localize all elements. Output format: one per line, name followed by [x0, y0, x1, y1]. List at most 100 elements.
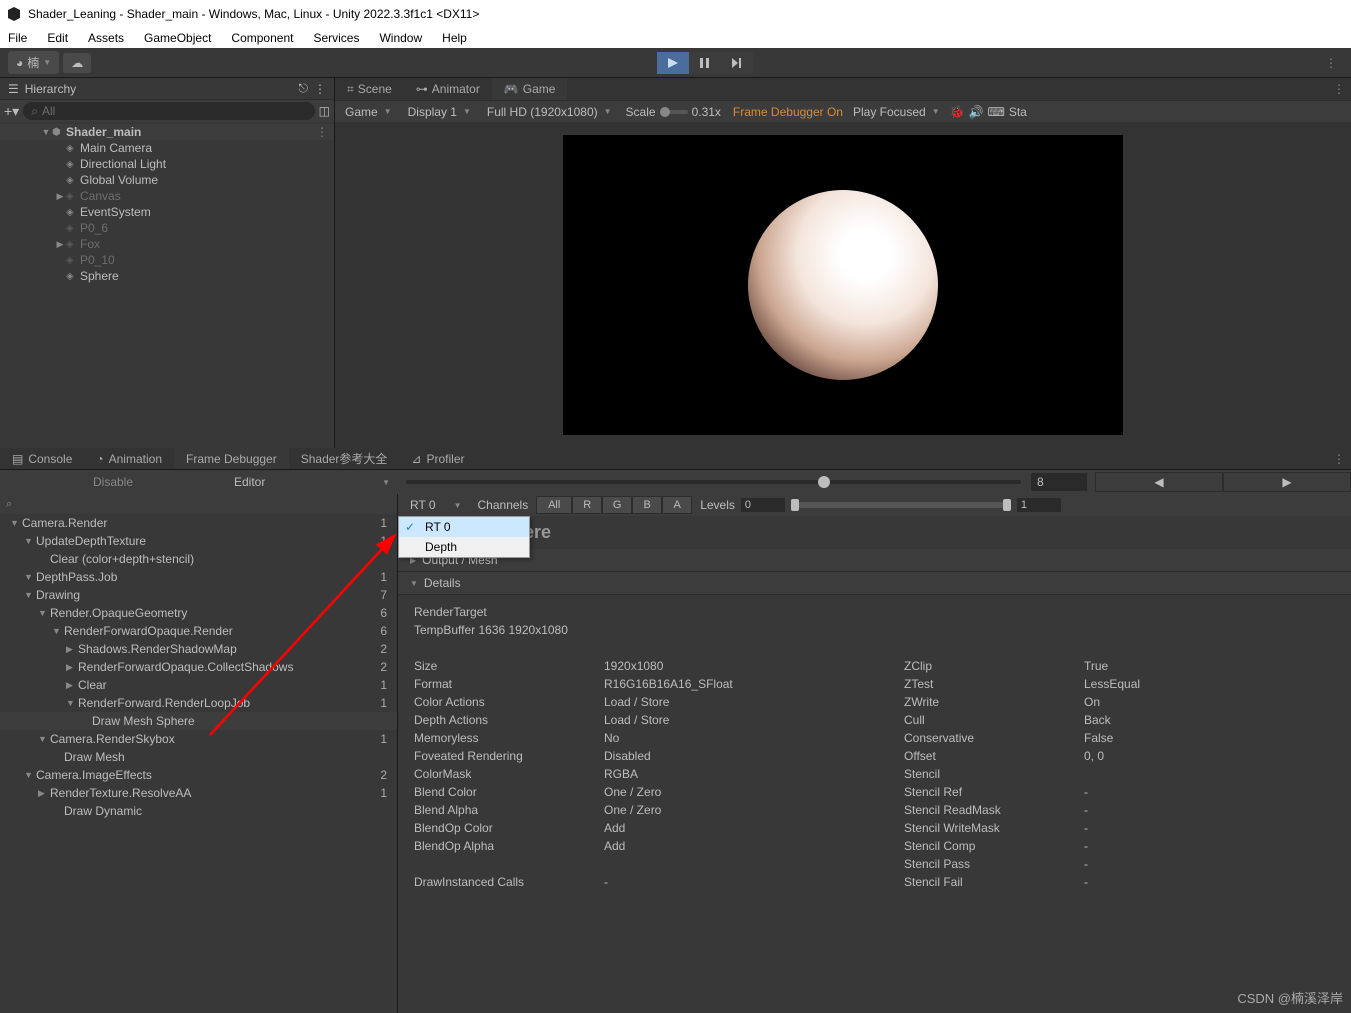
event-row[interactable]: ▶RenderTexture.ResolveAA1	[0, 784, 397, 802]
menu-edit[interactable]: Edit	[47, 31, 68, 45]
hierarchy-item[interactable]: ▶◈Canvas	[0, 188, 334, 204]
kebab-icon[interactable]: ⋮	[314, 82, 326, 96]
event-row[interactable]: ▼Camera.ImageEffects2	[0, 766, 397, 784]
next-event-button[interactable]: ▶	[1223, 472, 1351, 492]
levels-slider[interactable]	[791, 502, 1011, 508]
kebab-icon[interactable]: ⋮	[310, 125, 334, 139]
profiler-icon: ⊿	[411, 452, 421, 466]
animation-icon: ◔	[96, 452, 103, 466]
menu-gameobject[interactable]: GameObject	[144, 31, 211, 45]
step-button[interactable]	[721, 52, 753, 74]
tab-shader-ref[interactable]: Shader参考大全	[289, 448, 400, 469]
channel-a[interactable]: A	[662, 496, 692, 514]
prev-event-button[interactable]: ◀	[1095, 472, 1223, 492]
play-mode-dropdown[interactable]: Play Focused▼	[847, 103, 946, 121]
rt-popup-menu: ✓RT 0 Depth	[398, 516, 530, 558]
menubar[interactable]: File Edit Assets GameObject Component Se…	[0, 28, 1351, 48]
hierarchy-item[interactable]: ◈Global Volume	[0, 172, 334, 188]
tab-animation[interactable]: ◔Animation	[84, 448, 174, 469]
event-row[interactable]: ▼UpdateDepthTexture1	[0, 532, 397, 550]
hierarchy-item[interactable]: ◈P0_10	[0, 252, 334, 268]
game-mode-dropdown[interactable]: Game▼	[339, 103, 398, 121]
scale-slider[interactable]	[660, 110, 688, 114]
bug-icon[interactable]: 🐞	[950, 105, 965, 119]
kebab-icon[interactable]: ⋮	[1327, 82, 1351, 96]
channel-g[interactable]: G	[602, 496, 632, 514]
event-row[interactable]: Draw Dynamic	[0, 802, 397, 820]
event-row[interactable]: ▼Camera.RenderSkybox1	[0, 730, 397, 748]
cloud-icon: ☁	[71, 56, 83, 70]
hierarchy-item[interactable]: ◈Main Camera	[0, 140, 334, 156]
audio-icon[interactable]: 🔊	[969, 105, 984, 119]
menu-component[interactable]: Component	[231, 31, 293, 45]
search-input[interactable]: ⌕ All	[23, 102, 314, 120]
pause-button[interactable]	[689, 52, 721, 74]
display-dropdown[interactable]: Display 1▼	[402, 103, 477, 121]
hierarchy-item[interactable]: ◈Directional Light	[0, 156, 334, 172]
popup-item-rt0[interactable]: ✓RT 0	[399, 517, 529, 537]
popup-item-depth[interactable]: Depth	[399, 537, 529, 557]
search-icon[interactable]: ⌕	[0, 494, 397, 514]
tab-animator[interactable]: ⊶Animator	[404, 78, 492, 100]
channel-b[interactable]: B	[632, 496, 662, 514]
properties-grid: Size1920x1080ZClipTrueFormatR16G16B16A16…	[414, 657, 1335, 891]
event-row[interactable]: ▼Camera.Render1	[0, 514, 397, 532]
event-row[interactable]: ▼RenderForwardOpaque.Render6	[0, 622, 397, 640]
play-button[interactable]	[657, 52, 689, 74]
event-row[interactable]: ▼Drawing7	[0, 586, 397, 604]
menu-kebab-icon[interactable]: ⋮	[1319, 56, 1343, 70]
tab-scene[interactable]: ⌗Scene	[335, 78, 404, 100]
event-row[interactable]: ▼RenderForward.RenderLoopJob1	[0, 694, 397, 712]
event-row[interactable]: ▶RenderForwardOpaque.CollectShadows2	[0, 658, 397, 676]
account-button[interactable]: ◕ 楠 ▼	[8, 51, 59, 74]
event-tree[interactable]: ⌕ ▼Camera.Render1▼UpdateDepthTexture1Cle…	[0, 494, 398, 1013]
details-panel: RT 0▼ ✓RT 0 Depth Channels All R G B A L…	[398, 494, 1351, 1013]
hierarchy-tree[interactable]: ▼ ⬢ Shader_main ⋮ ◈Main Camera◈Direction…	[0, 122, 334, 448]
levels-min-field[interactable]	[741, 498, 785, 512]
stats-icon[interactable]: ⌨	[988, 105, 1005, 119]
tab-game[interactable]: 🎮Game	[492, 78, 568, 100]
menu-assets[interactable]: Assets	[88, 31, 124, 45]
hierarchy-item[interactable]: ◈Sphere	[0, 268, 334, 284]
event-slider[interactable]	[406, 480, 1021, 484]
render-target-dropdown[interactable]: RT 0▼	[402, 496, 470, 514]
levels-max-field[interactable]	[1017, 498, 1061, 512]
event-row[interactable]: ▼Render.OpaqueGeometry6	[0, 604, 397, 622]
check-icon: ✓	[405, 520, 415, 534]
menu-file[interactable]: File	[8, 31, 27, 45]
event-row[interactable]: ▼DepthPass.Job1	[0, 568, 397, 586]
resolution-dropdown[interactable]: Full HD (1920x1080)▼	[481, 103, 618, 121]
titlebar: Shader_Leaning - Shader_main - Windows, …	[0, 0, 1351, 28]
output-section-header[interactable]: ▶Output / Mesh	[398, 549, 1351, 572]
event-row[interactable]: Draw Mesh Sphere	[0, 712, 397, 730]
hierarchy-scene-root[interactable]: ▼ ⬢ Shader_main ⋮	[0, 124, 334, 140]
cloud-button[interactable]: ☁	[63, 53, 91, 73]
event-index-field[interactable]: 8	[1031, 473, 1087, 491]
menu-help[interactable]: Help	[442, 31, 467, 45]
hierarchy-icon: ☰	[8, 82, 19, 96]
menu-window[interactable]: Window	[379, 31, 422, 45]
kebab-icon[interactable]: ⋮	[1327, 452, 1351, 466]
tab-console[interactable]: ▤Console	[0, 448, 84, 469]
scene-picker-icon[interactable]: ◫	[319, 104, 330, 118]
event-row[interactable]: ▶Shadows.RenderShadowMap2	[0, 640, 397, 658]
event-row[interactable]: Draw Mesh	[0, 748, 397, 766]
tab-frame-debugger[interactable]: Frame Debugger	[174, 448, 289, 469]
channel-all[interactable]: All	[536, 496, 572, 514]
hierarchy-tab[interactable]: ☰ Hierarchy ⎋ ⋮	[0, 78, 334, 100]
channel-r[interactable]: R	[572, 496, 602, 514]
lock-icon[interactable]: ⎋	[299, 81, 309, 96]
event-row[interactable]: ▶Clear1	[0, 676, 397, 694]
channel-buttons: All R G B A	[536, 496, 692, 514]
hierarchy-item[interactable]: ▶◈Fox	[0, 236, 334, 252]
hierarchy-item[interactable]: ◈EventSystem	[0, 204, 334, 220]
menu-services[interactable]: Services	[313, 31, 359, 45]
create-button[interactable]: +▾	[4, 103, 19, 120]
hierarchy-item[interactable]: ◈P0_6	[0, 220, 334, 236]
disable-button[interactable]: Disable	[0, 475, 226, 489]
target-dropdown[interactable]: Editor▼	[226, 473, 398, 491]
event-row[interactable]: Clear (color+depth+stencil)	[0, 550, 397, 568]
details-section-header[interactable]: ▼Details	[398, 572, 1351, 595]
window-title: Shader_Leaning - Shader_main - Windows, …	[28, 7, 479, 21]
tab-profiler[interactable]: ⊿Profiler	[399, 448, 476, 469]
